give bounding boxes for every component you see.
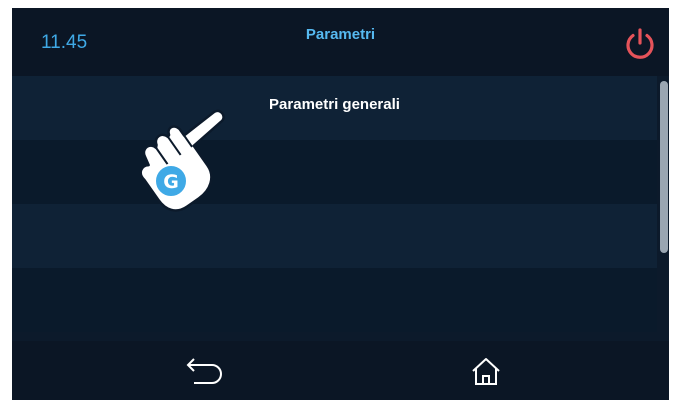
bottom-nav-bar <box>12 341 669 400</box>
badge-letter: G <box>163 171 179 193</box>
parameter-list: Parametri generali <box>12 76 657 341</box>
list-item[interactable] <box>12 140 657 204</box>
list-item-general-parameters[interactable]: Parametri generali <box>12 76 657 140</box>
home-icon[interactable] <box>462 351 510 391</box>
device-screen: 11.45 Parametri Parametri generali <box>12 8 669 400</box>
back-arrow-icon[interactable] <box>178 351 226 391</box>
top-bar: 11.45 Parametri <box>12 8 669 76</box>
scrollbar[interactable] <box>657 76 669 341</box>
list-item[interactable] <box>12 268 657 332</box>
scrollbar-thumb[interactable] <box>660 81 668 253</box>
power-icon[interactable] <box>622 26 658 62</box>
page-title: Parametri <box>305 26 376 43</box>
list-item[interactable] <box>12 204 657 268</box>
pointing-hand-icon: G <box>139 109 225 212</box>
list-item-label: Parametri generali <box>269 96 400 113</box>
